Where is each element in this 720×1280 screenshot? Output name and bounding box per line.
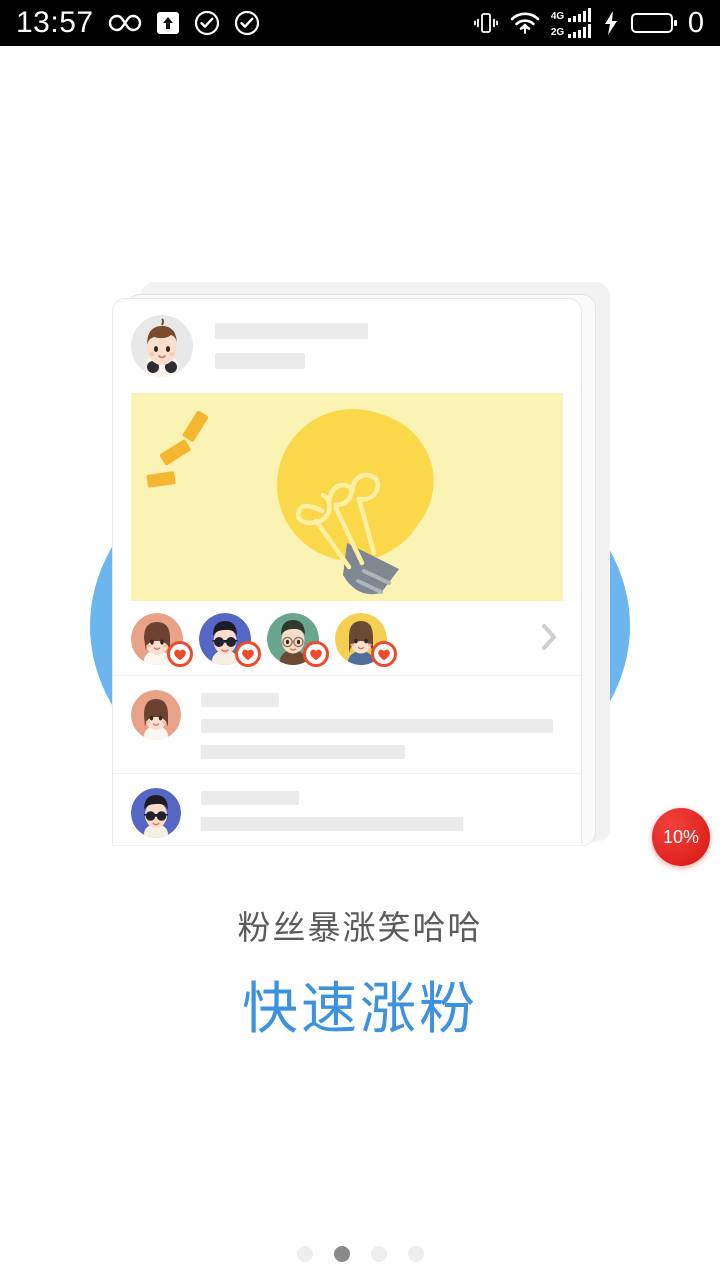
- pager-dots[interactable]: [0, 1246, 720, 1262]
- avatar[interactable]: [131, 788, 181, 838]
- charging-bolt-icon: [604, 11, 617, 35]
- heart-icon: [371, 641, 397, 667]
- chevron-right-icon[interactable]: [539, 621, 559, 658]
- signal-2g-label: 2G: [550, 27, 565, 38]
- post-header: [113, 299, 581, 387]
- onboarding-illustration: 10% 粉丝暴涨笑哈哈 快速涨粉: [0, 46, 720, 1280]
- pager-dot-4[interactable]: [407, 1246, 424, 1262]
- avatar[interactable]: [131, 315, 193, 377]
- status-clock: 13:57: [16, 6, 94, 39]
- status-bar: 13:57 4G 2G 0: [0, 0, 720, 46]
- page-title: 快速涨粉: [242, 977, 478, 1042]
- status-badge-label: 10%: [662, 827, 700, 847]
- list-item[interactable]: [199, 613, 261, 667]
- list-item[interactable]: [267, 613, 329, 667]
- card-bottom-fade: [100, 838, 620, 864]
- feed-post-card[interactable]: [112, 298, 582, 846]
- placeholder-line: [201, 693, 279, 707]
- check-circle-icon-1: [194, 10, 219, 36]
- comment-placeholder-lines: [201, 788, 563, 838]
- signal-4g-label: 4G: [550, 11, 565, 22]
- placeholder-line: [201, 719, 553, 733]
- heart-icon: [235, 641, 261, 667]
- placeholder-line: [201, 817, 463, 831]
- pager-dot-3[interactable]: [370, 1246, 387, 1262]
- signal-4g-row: 4G: [551, 8, 591, 22]
- placeholder-line: [201, 745, 405, 759]
- list-item[interactable]: [335, 613, 397, 667]
- heart-icon: [167, 641, 193, 667]
- list-item[interactable]: [131, 613, 193, 667]
- signal-strength-indicator: 4G 2G: [551, 8, 591, 38]
- avatar[interactable]: [131, 690, 181, 740]
- lightbulb-icon: [146, 409, 434, 595]
- signal-2g-row: 2G: [551, 24, 591, 38]
- status-bar-right: 4G 2G 0: [473, 8, 704, 38]
- heart-icon: [303, 641, 329, 667]
- post-header-placeholder-lines: [215, 323, 368, 369]
- pager-dot-2[interactable]: [333, 1246, 350, 1262]
- status-badge[interactable]: 10%: [652, 808, 710, 866]
- battery-percent-label: 0: [687, 6, 704, 39]
- placeholder-line: [215, 353, 305, 369]
- wifi-icon: [510, 12, 540, 34]
- status-bar-left: 13:57: [16, 8, 260, 38]
- post-image[interactable]: [131, 393, 563, 601]
- page-subtitle: 粉丝暴涨笑哈哈: [237, 908, 483, 947]
- post-likes-row[interactable]: [113, 605, 581, 676]
- placeholder-line: [201, 791, 299, 805]
- placeholder-line: [215, 323, 368, 339]
- infinity-icon: [108, 14, 141, 32]
- check-circle-icon-2: [234, 10, 259, 36]
- upload-icon: [156, 12, 179, 34]
- pager-dot-1[interactable]: [296, 1246, 313, 1262]
- battery-icon: [630, 13, 677, 33]
- list-item[interactable]: [113, 774, 581, 845]
- list-item[interactable]: [113, 676, 581, 774]
- vibrate-icon: [473, 13, 498, 33]
- comment-placeholder-lines: [201, 690, 563, 759]
